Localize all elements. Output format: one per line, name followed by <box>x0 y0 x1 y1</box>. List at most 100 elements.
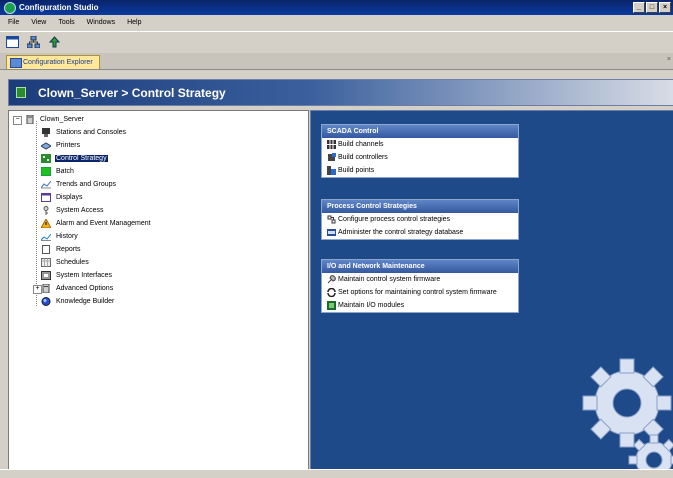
menu-help[interactable]: Help <box>127 19 141 26</box>
link-build-channels[interactable]: Build channels <box>322 138 518 151</box>
control-strategy-icon <box>16 87 26 98</box>
link-label: Build points <box>338 167 375 174</box>
tree-item-trends-and-groups[interactable]: Trends and Groups <box>41 179 117 190</box>
explorer-toolbar-button[interactable] <box>5 35 19 49</box>
tree-item-label: Reports <box>56 246 81 253</box>
minimize-button[interactable]: _ <box>633 2 645 13</box>
tree-item-advanced-options[interactable]: Advanced Options <box>41 283 114 294</box>
up-toolbar-button[interactable] <box>47 35 61 49</box>
menu-windows[interactable]: Windows <box>87 19 115 26</box>
tab-close-icon[interactable]: × <box>667 56 671 63</box>
window-title: Configuration Studio <box>19 3 99 12</box>
panel-title: I/O and Network Maintenance <box>322 260 518 273</box>
tree-root-label: Clown_Server <box>40 116 84 123</box>
tree-item-label: System Access <box>56 207 104 214</box>
network-icon <box>26 36 40 48</box>
tree-item-printers[interactable]: Printers <box>41 140 81 151</box>
maximize-button[interactable]: □ <box>646 2 658 13</box>
tree-item-system-interfaces[interactable]: System Interfaces <box>41 270 113 281</box>
menu-file[interactable]: File <box>8 19 19 26</box>
tree-root[interactable]: Clown_Server <box>25 114 85 125</box>
up-arrow-icon <box>48 36 60 48</box>
tree-item-batch[interactable]: Batch <box>41 166 75 177</box>
link-build-points[interactable]: Build points <box>322 164 518 177</box>
tree-item-system-access[interactable]: System Access <box>41 205 104 216</box>
tree-item-history[interactable]: History <box>41 231 79 242</box>
firmware-icon <box>327 275 336 284</box>
channels-icon <box>327 140 336 149</box>
tree-item-label: Trends and Groups <box>56 181 117 188</box>
task-pane: SCADA Control Build channels Build contr… <box>310 110 673 471</box>
tree-item-control-strategy[interactable]: Control Strategy <box>41 153 108 164</box>
link-maintain-io-modules[interactable]: Maintain I/O modules <box>322 299 518 312</box>
link-label: Build channels <box>338 141 384 148</box>
toolbar <box>0 31 673 52</box>
window-icon <box>5 36 19 48</box>
gear-icon <box>582 358 673 470</box>
tree-item-label: Batch <box>56 168 74 175</box>
link-label: Administer the control strategy database <box>338 229 464 236</box>
report-icon <box>42 245 50 254</box>
tree-item-label: Printers <box>56 142 81 149</box>
app-icon <box>4 1 16 14</box>
menu-view[interactable]: View <box>31 19 46 26</box>
tree-item-alarm-and-event-management[interactable]: Alarm and Event Management <box>41 218 152 229</box>
link-maintain-control-system-firmware[interactable]: Maintain control system firmware <box>322 273 518 286</box>
batch-icon <box>41 167 51 176</box>
server-icon <box>26 115 34 124</box>
points-icon <box>327 166 336 175</box>
link-label: Build controllers <box>338 154 388 161</box>
link-build-controllers[interactable]: Build controllers <box>322 151 518 164</box>
link-label: Maintain control system firmware <box>338 276 441 283</box>
close-button[interactable]: × <box>659 2 671 13</box>
tree-item-displays[interactable]: Displays <box>41 192 83 203</box>
alarm-icon <box>41 219 51 228</box>
tree-item-reports[interactable]: Reports <box>41 244 82 255</box>
database-icon <box>327 229 336 236</box>
advanced-options-icon <box>42 284 50 293</box>
tree-item-stations-and-consoles[interactable]: Stations and Consoles <box>41 127 127 138</box>
title-bar: Configuration Studio _ □ × <box>0 0 673 15</box>
window-controls: _ □ × <box>633 2 671 13</box>
tree-item-label: Knowledge Builder <box>56 298 115 305</box>
navigation-tree: − Clown_Server Stations and Consoles Pri… <box>8 110 309 471</box>
firmware-options-icon <box>327 288 336 297</box>
tree-item-label: Schedules <box>56 259 89 266</box>
menu-bar: File View Tools Windows Help <box>0 15 673 30</box>
display-icon <box>41 193 51 202</box>
network-toolbar-button[interactable] <box>26 35 40 49</box>
panel-io-and-network-maintenance: I/O and Network Maintenance Maintain con… <box>321 259 519 313</box>
page-header: Clown_Server > Control Strategy <box>8 79 673 106</box>
history-icon <box>41 233 51 241</box>
link-configure-process-control-strategies[interactable]: Configure process control strategies <box>322 213 518 226</box>
configure-strategy-icon <box>327 215 336 224</box>
panel-title: Process Control Strategies <box>322 200 518 213</box>
menu-tools[interactable]: Tools <box>58 19 74 26</box>
key-icon <box>43 206 49 215</box>
collapse-root-toggle[interactable]: − <box>13 116 22 125</box>
tree-item-label: Advanced Options <box>56 285 114 292</box>
link-label: Configure process control strategies <box>338 216 451 223</box>
link-administer-control-strategy-database[interactable]: Administer the control strategy database <box>322 226 518 239</box>
tree-item-label: Stations and Consoles <box>56 129 127 136</box>
tree-item-label: History <box>56 233 78 240</box>
panel-scada-control: SCADA Control Build channels Build contr… <box>321 124 519 178</box>
trend-icon <box>41 180 51 189</box>
tab-label: Configuration Explorer <box>23 59 93 66</box>
interface-icon <box>41 271 51 280</box>
page-title: Clown_Server > Control Strategy <box>38 85 226 100</box>
console-icon <box>42 128 50 137</box>
link-set-firmware-options[interactable]: Set options for maintaining control syst… <box>322 286 518 299</box>
tree-item-label: Displays <box>56 194 83 201</box>
tab-strip: Configuration Explorer × <box>0 53 673 70</box>
link-label: Set options for maintaining control syst… <box>338 289 497 296</box>
panel-process-control-strategies: Process Control Strategies Configure pro… <box>321 199 519 240</box>
tree-item-label: Control Strategy <box>55 155 108 162</box>
tree-item-schedules[interactable]: Schedules <box>41 257 90 268</box>
tree-item-label: System Interfaces <box>56 272 113 279</box>
tree-item-knowledge-builder[interactable]: Knowledge Builder <box>41 296 115 307</box>
schedule-icon <box>41 258 51 267</box>
controller-icon <box>328 153 336 161</box>
tab-configuration-explorer[interactable]: Configuration Explorer <box>6 55 100 69</box>
knowledge-builder-icon <box>41 297 51 306</box>
